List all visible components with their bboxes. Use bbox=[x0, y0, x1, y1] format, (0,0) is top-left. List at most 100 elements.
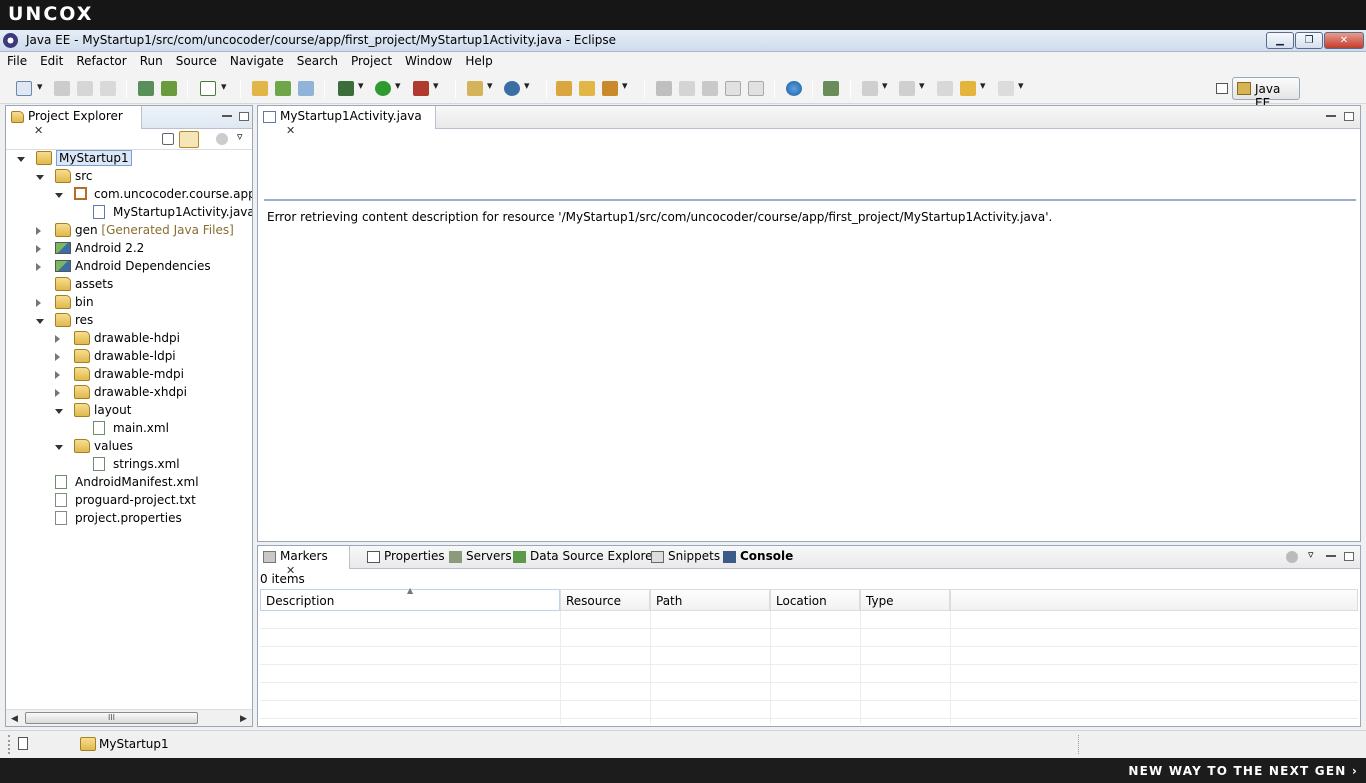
expanded-arrow-icon[interactable] bbox=[36, 175, 44, 180]
debug-icon[interactable] bbox=[338, 79, 364, 96]
collapsed-arrow-icon[interactable] bbox=[55, 335, 60, 343]
tree-item[interactable]: main.xml bbox=[73, 420, 252, 438]
view-menu-icon[interactable]: ▿ bbox=[237, 130, 243, 143]
minimize-button[interactable]: ▁ bbox=[1266, 32, 1294, 49]
show-source-icon[interactable] bbox=[725, 81, 741, 96]
tab-properties[interactable]: Properties bbox=[362, 546, 451, 569]
menu-edit[interactable]: Edit bbox=[33, 52, 69, 72]
tree-item[interactable]: drawable-hdpi bbox=[54, 330, 252, 348]
annotation-icon[interactable] bbox=[656, 81, 672, 96]
collapsed-arrow-icon[interactable] bbox=[55, 371, 60, 379]
menu-search[interactable]: Search bbox=[290, 52, 344, 72]
expanded-arrow-icon[interactable] bbox=[55, 193, 63, 198]
expanded-arrow-icon[interactable] bbox=[17, 157, 25, 162]
android-sdk-manager-icon[interactable] bbox=[161, 81, 177, 96]
tree-item[interactable]: drawable-ldpi bbox=[54, 348, 252, 366]
last-edit-location-icon[interactable] bbox=[937, 81, 953, 96]
horizontal-scrollbar[interactable]: ◀ III ▶ bbox=[6, 709, 252, 726]
collapsed-arrow-icon[interactable] bbox=[55, 389, 60, 397]
menu-run[interactable]: Run bbox=[133, 52, 169, 72]
web-service-icon[interactable] bbox=[504, 79, 530, 96]
tree-item[interactable]: project.properties bbox=[35, 510, 252, 528]
new-server-icon[interactable] bbox=[467, 79, 493, 96]
whitespace-icon[interactable] bbox=[748, 81, 764, 96]
import-icon[interactable] bbox=[138, 81, 154, 96]
tab-editor-file[interactable]: MyStartup1Activity.java ✕ bbox=[258, 106, 436, 137]
tree-item[interactable]: assets bbox=[35, 276, 252, 294]
collapsed-arrow-icon[interactable] bbox=[36, 227, 41, 235]
tree-item[interactable]: bin bbox=[35, 294, 252, 312]
view-menu-icon[interactable]: ▿ bbox=[1308, 548, 1314, 561]
close-tab-icon[interactable]: ✕ bbox=[286, 124, 295, 137]
column-location[interactable]: Location bbox=[770, 589, 860, 611]
collapsed-arrow-icon[interactable] bbox=[36, 299, 41, 307]
close-button[interactable]: ✕ bbox=[1324, 32, 1364, 49]
scroll-thumb[interactable]: III bbox=[25, 712, 198, 724]
external-tools-icon[interactable] bbox=[413, 79, 439, 96]
tree-item[interactable]: res bbox=[35, 312, 252, 330]
tree-item[interactable]: src bbox=[35, 168, 252, 186]
tab-console[interactable]: Console bbox=[718, 546, 799, 569]
prev-edit-icon[interactable] bbox=[899, 79, 925, 96]
minimize-view-icon[interactable] bbox=[1326, 555, 1336, 558]
expanded-arrow-icon[interactable] bbox=[55, 445, 63, 450]
menu-source[interactable]: Source bbox=[169, 52, 223, 72]
tree-item[interactable]: MyStartup1Activity.java bbox=[73, 204, 252, 222]
tree-item[interactable]: Android 2.2 bbox=[35, 240, 252, 258]
tree-item[interactable]: AndroidManifest.xml bbox=[35, 474, 252, 492]
perspective-java-ee-button[interactable]: Java EE bbox=[1232, 77, 1300, 110]
collapsed-arrow-icon[interactable] bbox=[36, 245, 41, 253]
tree-item[interactable]: strings.xml bbox=[73, 456, 252, 474]
tree-item[interactable]: proguard-project.txt bbox=[35, 492, 252, 510]
tab-project-explorer[interactable]: Project Explorer ✕ bbox=[6, 106, 142, 137]
tab-data-source-explorer[interactable]: Data Source Explorer bbox=[508, 546, 663, 569]
search-icon[interactable] bbox=[602, 79, 628, 96]
run-icon[interactable] bbox=[375, 79, 401, 96]
tree-item[interactable]: drawable-xhdpi bbox=[54, 384, 252, 402]
minimize-view-icon[interactable] bbox=[222, 115, 232, 118]
tree-item[interactable]: layout bbox=[54, 402, 252, 420]
collapse-all-icon[interactable] bbox=[162, 133, 174, 145]
next-edit-icon[interactable] bbox=[862, 79, 888, 96]
highlight-icon[interactable] bbox=[679, 81, 695, 96]
column-resource[interactable]: Resource bbox=[560, 589, 650, 611]
column-description[interactable]: Description ▲ bbox=[260, 586, 560, 611]
scroll-left-icon[interactable]: ◀ bbox=[11, 714, 18, 724]
menu-window[interactable]: Window bbox=[398, 52, 458, 72]
filter-icon[interactable] bbox=[1286, 551, 1298, 563]
menu-project[interactable]: Project bbox=[344, 52, 398, 72]
open-resource-icon[interactable] bbox=[579, 81, 595, 96]
tab-servers[interactable]: Servers bbox=[444, 546, 518, 569]
save-all-icon[interactable] bbox=[77, 81, 93, 96]
block-selection-icon[interactable] bbox=[702, 81, 718, 96]
print-icon[interactable] bbox=[100, 81, 116, 96]
tab-snippets[interactable]: Snippets bbox=[646, 546, 726, 569]
open-type-icon[interactable] bbox=[556, 81, 572, 96]
expanded-arrow-icon[interactable] bbox=[55, 409, 63, 414]
collapsed-arrow-icon[interactable] bbox=[36, 263, 41, 271]
minimize-editor-icon[interactable] bbox=[1326, 115, 1336, 118]
maximize-editor-icon[interactable] bbox=[1344, 112, 1354, 121]
new-wizard-icon[interactable] bbox=[16, 80, 43, 96]
next-annotation-icon[interactable] bbox=[823, 81, 839, 96]
save-icon[interactable] bbox=[54, 81, 70, 96]
fast-view-icon[interactable] bbox=[18, 737, 28, 750]
maximize-view-icon[interactable] bbox=[1344, 552, 1354, 561]
column-type[interactable]: Type bbox=[860, 589, 950, 611]
expanded-arrow-icon[interactable] bbox=[36, 319, 44, 324]
tree-item[interactable]: values bbox=[54, 438, 252, 456]
tree-item[interactable]: Android Dependencies bbox=[35, 258, 252, 276]
new-junit-icon[interactable] bbox=[275, 81, 291, 96]
collapsed-arrow-icon[interactable] bbox=[55, 353, 60, 361]
menu-help[interactable]: Help bbox=[458, 52, 498, 72]
tree-item[interactable]: com.uncocoder.course.app.first_project bbox=[54, 186, 252, 204]
scroll-right-icon[interactable]: ▶ bbox=[240, 714, 247, 724]
new-project-icon[interactable] bbox=[252, 81, 268, 96]
task-icon[interactable] bbox=[200, 80, 227, 96]
tree-item[interactable]: MyStartup1 bbox=[16, 150, 252, 168]
filter-icon[interactable] bbox=[216, 133, 228, 145]
browser-icon[interactable] bbox=[786, 81, 802, 96]
tree-item[interactable]: gen [Generated Java Files] bbox=[35, 222, 252, 240]
menu-refactor[interactable]: Refactor bbox=[69, 52, 132, 72]
link-with-editor-icon[interactable] bbox=[179, 131, 199, 148]
